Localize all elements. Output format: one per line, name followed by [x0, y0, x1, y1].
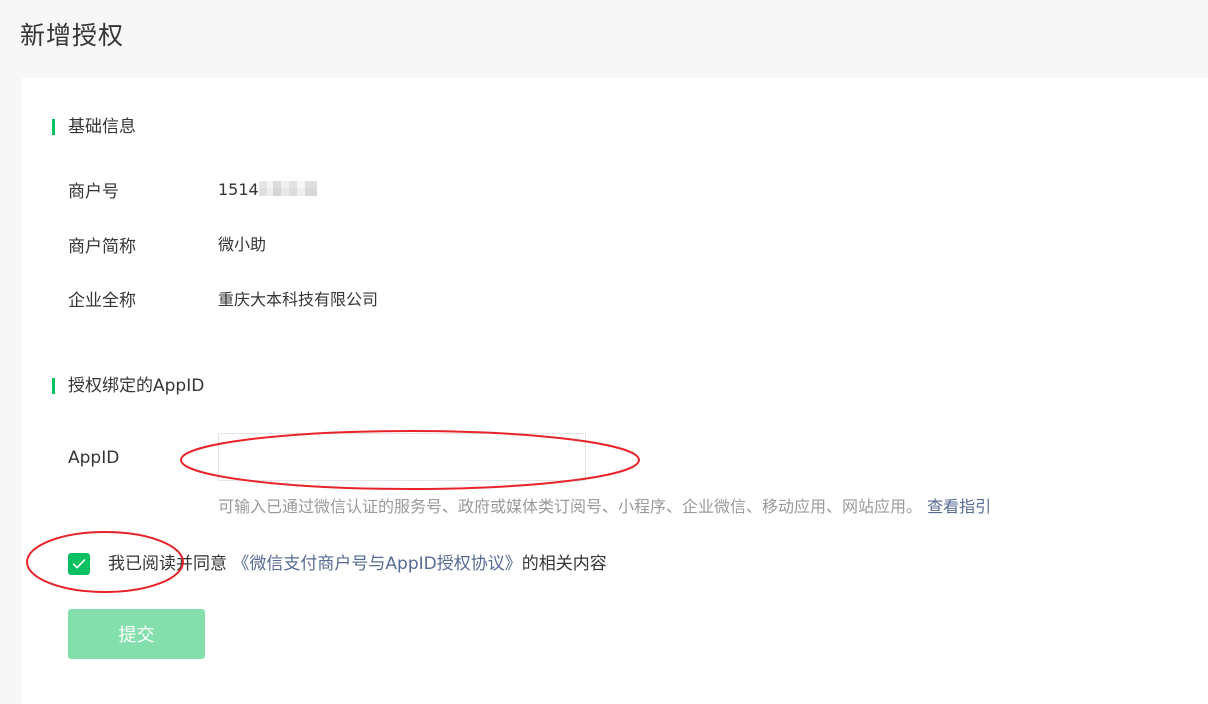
agreement-suffix: 的相关内容 — [521, 554, 607, 574]
agreement-checkbox[interactable] — [68, 553, 90, 575]
section-title-appid: 授权绑定的AppID — [52, 377, 204, 395]
agreement-link[interactable]: 《微信支付商户号与AppID授权协议》 — [232, 554, 521, 574]
appid-input[interactable] — [218, 433, 586, 481]
page-title: 新增授权 — [20, 21, 125, 50]
checkmark-icon — [72, 559, 86, 569]
submit-button[interactable]: 提交 — [68, 609, 205, 659]
merchant-short-name-label: 商户简称 — [68, 237, 136, 257]
company-full-name-value: 重庆大本科技有限公司 — [218, 290, 379, 309]
masked-merchant-id-digits — [258, 181, 317, 196]
section-title-basic-info: 基础信息 — [52, 118, 136, 136]
view-guide-link[interactable]: 查看指引 — [927, 497, 991, 516]
merchant-short-name-value: 微小助 — [218, 235, 267, 254]
appid-label: AppID — [68, 448, 120, 468]
agreement-prefix: 我已阅读并同意 — [108, 554, 227, 574]
company-full-name-label: 企业全称 — [68, 291, 136, 311]
agreement-text: 我已阅读并同意 《微信支付商户号与AppID授权协议》的相关内容 — [108, 552, 607, 576]
merchant-id-visible: 1514 — [218, 180, 259, 199]
appid-hint: 可输入已通过微信认证的服务号、政府或媒体类订阅号、小程序、企业微信、移动应用、网… — [218, 495, 991, 519]
authorization-form-card: 基础信息 商户号 1514 商户简称 微小助 企业全称 重庆大本科技有限公司 授… — [22, 78, 1208, 704]
appid-hint-text: 可输入已通过微信认证的服务号、政府或媒体类订阅号、小程序、企业微信、移动应用、网… — [218, 497, 923, 516]
merchant-id-value: 1514 — [218, 178, 317, 202]
merchant-id-label: 商户号 — [68, 182, 119, 202]
